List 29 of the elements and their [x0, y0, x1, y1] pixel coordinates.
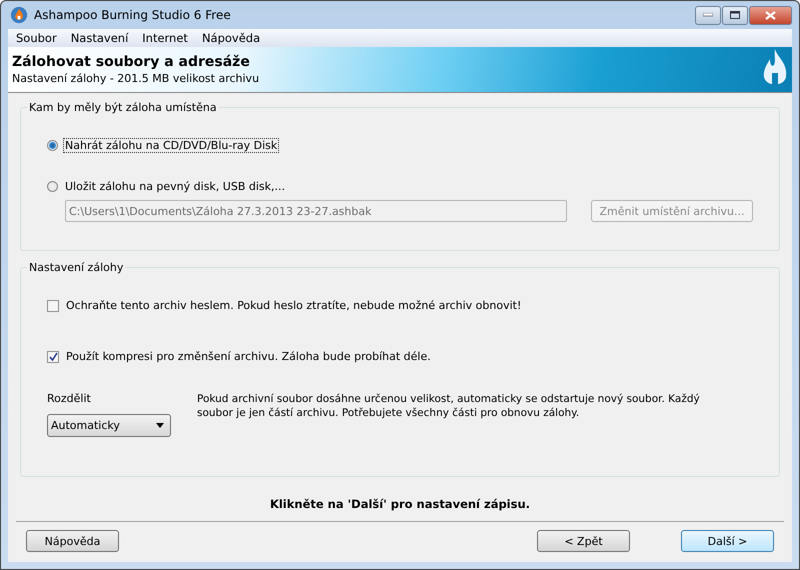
dropdown-arrow-icon — [156, 423, 164, 428]
window-title: Ashampoo Burning Studio 6 Free — [34, 8, 232, 22]
back-button[interactable]: < Zpět — [537, 530, 630, 552]
close-button[interactable] — [749, 6, 792, 25]
next-button[interactable]: Další > — [681, 530, 774, 552]
menu-item[interactable]: Nápověda — [202, 30, 260, 45]
minimize-icon — [703, 13, 713, 18]
group-title: Kam by měly být záloha umístěna — [28, 101, 218, 114]
radio-option[interactable]: Uložit zálohu na pevný disk, USB disk,... — [47, 179, 753, 194]
checkbox-option[interactable]: Ochraňte tento archiv heslem. Pokud heslo ztratíte, nebude možné archiv obnovit! — [47, 298, 753, 313]
group-title: Nastavení zálohy — [28, 261, 124, 274]
page-title: Zálohovat soubory a adresáže — [12, 54, 251, 70]
radio-option[interactable]: Nahrát zálohu na CD/DVD/Blu-ray Disk — [47, 138, 753, 153]
help-button[interactable]: Nápověda — [26, 530, 119, 552]
close-icon — [765, 10, 776, 20]
page-subtitle: Nastavení zálohy - 201.5 MB velikost archivu — [12, 72, 260, 85]
split-dropdown[interactable]: Automaticky — [47, 414, 171, 437]
minimize-button[interactable] — [695, 6, 721, 25]
split-description: Pokud archivní soubor dosáhne určenou velikost, automaticky se odstartuje nový soubor. Každý soubor je jen částí archivu. Potřebujete všechny části pro obnovu zálohy. — [197, 392, 701, 421]
maximize-icon — [730, 11, 740, 20]
checkbox-option[interactable]: Použít kompresi pro změnšení archivu. Záloha bude probíhat déle. — [47, 349, 753, 364]
checkmark-icon — [48, 352, 58, 361]
split-label: Rozdělit — [47, 392, 92, 405]
menu-item[interactable]: Nastavení — [70, 30, 128, 45]
menu-item[interactable]: Soubor — [16, 30, 57, 45]
flame-icon — [10, 6, 28, 24]
menu-item[interactable]: Internet — [142, 30, 188, 45]
maximize-button[interactable] — [722, 6, 748, 25]
hint-text: Klikněte na 'Další' pro nastavení zápisu. — [268, 497, 532, 511]
